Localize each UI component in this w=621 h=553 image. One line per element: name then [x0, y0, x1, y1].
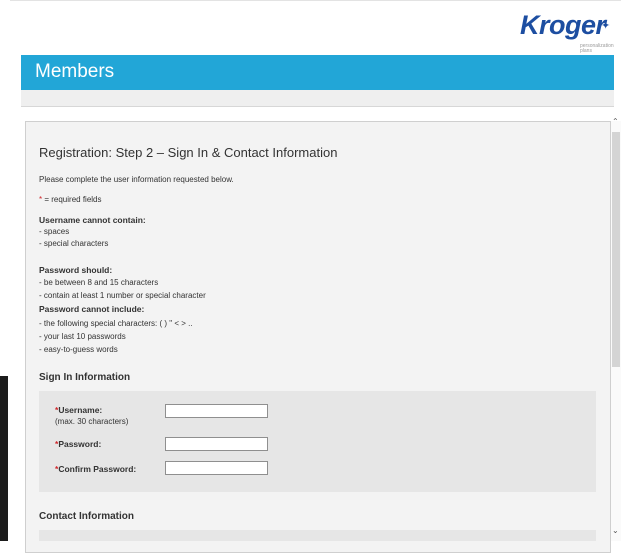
password-cannot-rule: - your last 10 passwords — [39, 332, 126, 341]
contact-heading: Contact Information — [39, 511, 134, 522]
required-legend: * = required fields — [39, 195, 102, 205]
confirm-password-label: *Confirm Password: — [55, 464, 136, 474]
password-should-rule: - contain at least 1 number or special c… — [39, 291, 206, 300]
contact-form — [39, 530, 596, 541]
top-divider — [10, 0, 621, 1]
password-cannot-heading: Password cannot include: — [39, 304, 145, 314]
username-field[interactable] — [165, 404, 268, 418]
confirm-password-label-text: Confirm Password: — [58, 464, 137, 474]
password-field[interactable] — [165, 437, 268, 451]
logo-tagline: personalization plans — [580, 43, 614, 54]
password-should-rule: - be between 8 and 15 characters — [39, 278, 159, 287]
left-edge-dark — [0, 376, 8, 541]
confirm-password-field[interactable] — [165, 461, 268, 475]
password-cannot-rule: - the following special characters: ( ) … — [39, 319, 193, 328]
kroger-logo[interactable]: Kroger ✦ personalization plans — [520, 10, 615, 58]
members-banner: Members — [21, 55, 614, 90]
intro-text: Please complete the user information req… — [39, 175, 234, 184]
password-label-text: Password: — [58, 439, 102, 449]
username-label: *Username: — [55, 405, 102, 415]
username-label-text: Username: — [58, 405, 103, 415]
page-title: Registration: Step 2 – Sign In & Contact… — [39, 145, 338, 160]
page-header-title: Members — [35, 61, 115, 82]
left-edge — [0, 0, 8, 541]
scroll-down-icon[interactable]: ⌄ — [612, 526, 619, 535]
username-rule: - special characters — [39, 239, 109, 248]
sign-in-heading: Sign In Information — [39, 372, 131, 383]
username-rule: - spaces — [39, 227, 70, 236]
password-cannot-rule: - easy-to-guess words — [39, 345, 118, 354]
logo-plus-icon: ✦ — [601, 19, 611, 32]
scrollbar-thumb[interactable] — [612, 132, 620, 367]
required-note: = required fields — [42, 195, 102, 204]
sign-in-form — [39, 391, 596, 492]
password-should-heading: Password should: — [39, 265, 113, 275]
logo-wordmark: Kroger — [520, 10, 606, 40]
password-label: *Password: — [55, 439, 101, 449]
username-rules-heading: Username cannot contain: — [39, 215, 146, 225]
sub-bar — [21, 90, 614, 107]
scroll-up-icon[interactable]: ⌃ — [612, 117, 619, 126]
username-hint: (max. 30 characters) — [55, 417, 129, 426]
